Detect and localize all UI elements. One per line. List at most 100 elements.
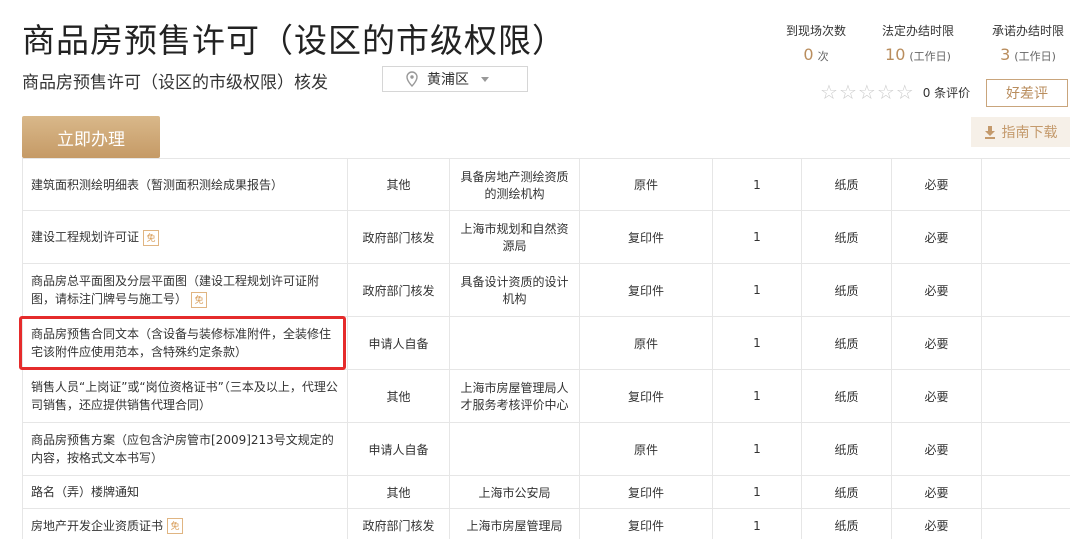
table-row: 商品房预售方案（应包含沪房管市[2009]213号文规定的内容，按格式文本书写）… [22, 422, 1070, 476]
material-copies: 1 [753, 389, 761, 403]
material-required: 必要 [924, 519, 949, 533]
material-source: 政府部门核发 [362, 283, 435, 298]
material-required: 必要 [924, 283, 949, 298]
exempt-badge-icon: 免 [143, 229, 160, 246]
material-issuer: 上海市规划和自然资源局 [460, 222, 569, 253]
guide-download-button[interactable]: 指南下载 [971, 117, 1070, 147]
material-form: 复印件 [627, 230, 664, 245]
empty-cell [981, 158, 1070, 211]
material-required: 必要 [924, 442, 949, 457]
material-required: 必要 [924, 485, 949, 500]
materials-table-container[interactable]: 建筑面积测绘明细表（暂测面积测绘成果报告） 其他 具备房地产测绘资质的测绘机构 原件 1… [22, 158, 1070, 539]
material-source: 其他 [386, 178, 411, 192]
region-select[interactable]: 黄浦区 [382, 66, 528, 92]
material-name: 房地产开发企业资质证书 [31, 518, 164, 533]
material-medium: 纸质 [834, 442, 859, 457]
material-source: 申请人自备 [368, 336, 429, 351]
material-medium: 纸质 [834, 485, 859, 500]
material-copies: 1 [753, 230, 761, 244]
material-name: 销售人员“上岗证”或“岗位资格证书”（三本及以上，代理公司销售，还应提供销售代理… [31, 380, 338, 412]
material-source: 政府部门核发 [362, 519, 435, 533]
material-issuer: 具备设计资质的设计机构 [460, 275, 569, 306]
material-form: 复印件 [627, 485, 664, 500]
material-medium: 纸质 [834, 389, 859, 404]
material-source: 申请人自备 [368, 442, 429, 457]
star-icon[interactable]: ☆ [820, 82, 838, 102]
stat-value: 0 [803, 45, 814, 64]
star-icon[interactable]: ☆ [896, 82, 914, 102]
empty-cell [981, 475, 1070, 509]
stat-value: 10 [885, 45, 906, 64]
material-name: 路名（弄）楼牌通知 [31, 485, 140, 499]
material-issuer: 上海市公安局 [478, 485, 551, 500]
material-copies: 1 [753, 177, 761, 192]
material-medium: 纸质 [834, 336, 859, 351]
material-medium: 纸质 [834, 283, 859, 298]
material-issuer: 上海市房屋管理局人才服务考核评价中心 [460, 381, 569, 412]
exempt-badge-icon: 免 [167, 518, 184, 534]
page-subtitle: 商品房预售许可（设区的市级权限）核发 [22, 73, 328, 93]
empty-cell [981, 210, 1070, 264]
table-row: 建筑面积测绘明细表（暂测面积测绘成果报告） 其他 具备房地产测绘资质的测绘机构 原件 1… [22, 158, 1070, 211]
material-medium: 纸质 [834, 230, 859, 245]
table-row: 商品房总平面图及分层平面图（建设工程规划许可证附图，请标注门牌号与施工号）免 政府… [22, 263, 1070, 317]
material-form: 复印件 [627, 283, 664, 298]
material-form: 复印件 [627, 389, 664, 404]
location-pin-icon [406, 71, 418, 87]
material-copies: 1 [753, 283, 761, 297]
star-icon[interactable]: ☆ [839, 82, 857, 102]
table-row: 销售人员“上岗证”或“岗位资格证书”（三本及以上，代理公司销售，还应提供销售代理… [22, 369, 1070, 423]
stat-unit: (工作日) [909, 50, 951, 63]
empty-cell [981, 508, 1070, 539]
material-form: 原件 [633, 442, 658, 457]
empty-cell [981, 422, 1070, 476]
exempt-badge-icon: 免 [191, 291, 208, 308]
table-row: 建设工程规划许可证免 政府部门核发 上海市规划和自然资源局 复印件 1 纸质 必要 [22, 210, 1070, 264]
empty-cell [981, 369, 1070, 423]
material-required: 必要 [924, 178, 949, 192]
material-name: 商品房预售合同文本（含设备与装修标准附件，全装修住宅该附件应使用范本，含特殊约定… [31, 327, 332, 359]
star-icon[interactable]: ☆ [858, 82, 876, 102]
material-name: 商品房预售方案（应包含沪房管市[2009]213号文规定的内容，按格式文本书写） [31, 433, 334, 465]
rating-count: 0 条评价 [922, 85, 971, 100]
stat-label: 承诺办结时限 [992, 24, 1065, 38]
material-name: 建筑面积测绘明细表（暂测面积测绘成果报告） [31, 177, 284, 192]
guide-download-label: 指南下载 [1001, 125, 1058, 141]
chevron-down-icon [481, 76, 489, 82]
page-title: 商品房预售许可（设区的市级权限） [22, 21, 566, 60]
material-form: 原件 [633, 336, 658, 351]
material-source: 其他 [386, 389, 411, 404]
stat-promised-limit: 承诺办结时限 3 (工作日) [992, 22, 1064, 64]
stat-unit: 次 [817, 50, 829, 63]
material-source: 其他 [386, 485, 411, 500]
material-name: 建设工程规划许可证 [31, 230, 140, 244]
stat-unit: (工作日) [1014, 50, 1056, 63]
material-copies: 1 [753, 518, 761, 533]
table-row: 商品房预售合同文本（含设备与装修标准附件，全装修住宅该附件应使用范本，含特殊约定… [22, 316, 1070, 370]
material-copies: 1 [753, 336, 761, 350]
material-required: 必要 [924, 230, 949, 245]
table-row: 路名（弄）楼牌通知 其他 上海市公安局 复印件 1 纸质 必要 [22, 475, 1070, 509]
empty-cell [981, 263, 1070, 317]
stat-legal-limit: 法定办结时限 10 (工作日) [882, 22, 954, 64]
material-name: 商品房总平面图及分层平面图（建设工程规划许可证附图，请标注门牌号与施工号） [31, 274, 320, 306]
material-copies: 1 [753, 485, 761, 499]
stat-label: 到现场次数 [786, 24, 847, 38]
materials-table: 建筑面积测绘明细表（暂测面积测绘成果报告） 其他 具备房地产测绘资质的测绘机构 原件 1… [22, 158, 1070, 539]
material-issuer: 上海市房屋管理局 [466, 519, 563, 533]
material-source: 政府部门核发 [362, 230, 435, 245]
download-icon [984, 126, 995, 139]
material-copies: 1 [753, 442, 761, 456]
stat-value: 3 [1000, 45, 1011, 64]
rate-button[interactable]: 好差评 [986, 79, 1068, 107]
apply-button[interactable]: 立即办理 [22, 116, 160, 158]
material-required: 必要 [924, 389, 949, 404]
material-medium: 纸质 [834, 519, 859, 533]
table-row: 房地产开发企业资质证书免 政府部门核发 上海市房屋管理局 复印件 1 纸质 必要 [22, 508, 1070, 539]
material-form: 复印件 [627, 519, 664, 533]
rating: ☆ ☆ ☆ ☆ ☆ 0 条评价 [820, 82, 970, 102]
stat-visits: 到现场次数 0次 [786, 22, 846, 64]
material-medium: 纸质 [834, 178, 859, 192]
star-icon[interactable]: ☆ [877, 82, 895, 102]
region-value: 黄浦区 [427, 72, 469, 88]
